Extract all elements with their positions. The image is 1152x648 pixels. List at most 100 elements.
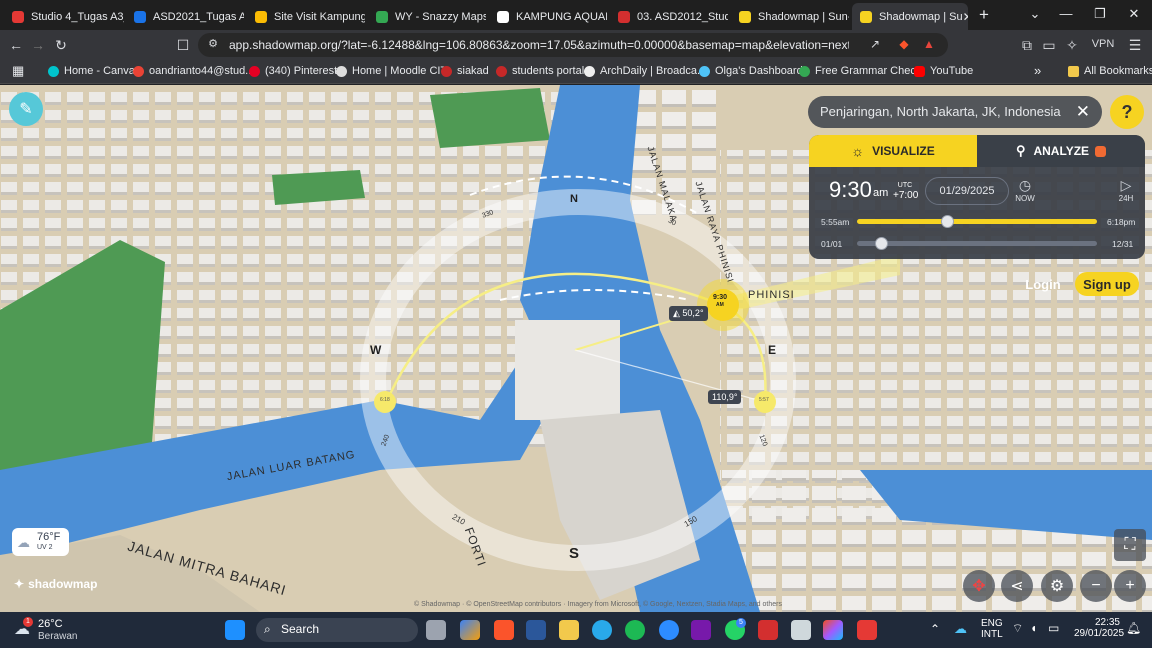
bookmark-moodle[interactable]: Home | Moodle CIT (336, 65, 447, 77)
login-button[interactable]: Login (1020, 272, 1066, 296)
bookmark-grammar[interactable]: Free Grammar Chec... (799, 65, 925, 77)
taskbar-search[interactable]: ⌕ Search (256, 618, 418, 642)
archdaily-icon (584, 65, 595, 77)
browser-tab-7[interactable]: Shadowmap | Sun-Po (731, 3, 849, 30)
word-icon[interactable] (526, 620, 546, 640)
vpn-button[interactable]: VPN (1086, 38, 1120, 50)
leo-ai-icon[interactable]: ✧ (1063, 37, 1081, 54)
browser-tab-6[interactable]: 03. ASD2012_Studio4 (610, 3, 728, 30)
new-tab-button[interactable]: + (974, 5, 994, 25)
extensions-icon[interactable]: ⧉ (1018, 37, 1036, 54)
brave-browser-icon[interactable] (494, 620, 514, 640)
bookmark-gmail[interactable]: oandrianto44@stud... (133, 65, 254, 77)
browser-tab-active[interactable]: Shadowmap | Su ✕ (852, 3, 968, 30)
signup-button[interactable]: Sign up (1075, 272, 1139, 296)
menu-icon[interactable]: ☰ (1126, 37, 1144, 54)
onenote-icon[interactable] (691, 620, 711, 640)
notification-bell-icon[interactable]: 🔔︎ (1126, 621, 1141, 635)
tab-search-chevron-icon[interactable]: ⌄ (1025, 6, 1045, 22)
bookmark-label: oandrianto44@stud... (149, 65, 255, 77)
date-picker[interactable]: 01/29/2025 (925, 177, 1009, 205)
bookmark-youtube[interactable]: YouTube (914, 65, 973, 77)
zoom-out-button[interactable]: − (1080, 570, 1112, 602)
browser-tab-3[interactable]: Site Visit Kampung A (247, 3, 365, 30)
tray-chevron-icon[interactable]: ⌃ (930, 622, 940, 636)
azimuth-angle-badge: 110,9° (708, 390, 742, 404)
date-slider-handle[interactable] (875, 237, 889, 250)
close-window-button[interactable]: ✕ (1124, 6, 1144, 22)
back-arrow-icon[interactable]: ← (7, 37, 25, 53)
forward-arrow-icon[interactable]: → (29, 37, 47, 53)
canva-icon (48, 65, 59, 77)
more-bookmarks-icon[interactable]: » (1034, 63, 1041, 78)
reload-icon[interactable]: ↻ (52, 37, 70, 54)
copilot-icon[interactable] (460, 620, 480, 640)
now-button[interactable]: ◷ NOW (1014, 177, 1036, 203)
figma-icon[interactable] (823, 620, 843, 640)
help-button[interactable]: ? (1110, 95, 1144, 129)
browser-tab-5[interactable]: KAMPUNG AQUARIU (489, 3, 607, 30)
settings-button[interactable]: ⚙ (1041, 570, 1073, 602)
maximize-button[interactable]: ❐ (1090, 6, 1110, 22)
language-indicator[interactable]: ENG INTL (981, 618, 1003, 640)
brave-rewards-icon[interactable]: ▲ (920, 37, 938, 51)
acrobat-icon[interactable] (758, 620, 778, 640)
map-weather-card: ☁ 76°F UV 2 (12, 528, 69, 556)
telegram-icon[interactable] (592, 620, 612, 640)
mcafee-icon[interactable] (857, 620, 877, 640)
bookmark-label: Home - Canva (64, 65, 135, 77)
tab-title: Shadowmap | Su (879, 10, 963, 23)
tab-favicon-icon (497, 10, 509, 23)
bookmark-icon[interactable]: ☐ (174, 37, 192, 54)
task-view-icon[interactable] (426, 620, 446, 640)
location-search-field[interactable]: Penjaringan, North Jakarta, JK, Indonesi… (808, 96, 1102, 128)
minimize-button[interactable]: — (1056, 6, 1076, 21)
year-start-label: 01/01 (821, 239, 843, 249)
taskbar-weather-desc: Berawan (38, 631, 78, 642)
share-icon[interactable]: ↗ (866, 37, 884, 51)
time-of-day-slider[interactable] (857, 215, 1097, 228)
current-ampm: am (873, 187, 889, 199)
zoom-in-button[interactable]: + (1114, 570, 1146, 602)
day-of-year-slider[interactable] (857, 237, 1097, 250)
bookmark-pinterest[interactable]: (340) Pinterest (249, 65, 337, 77)
bookmark-canva[interactable]: Home - Canva (48, 65, 135, 77)
file-explorer-icon[interactable] (559, 620, 579, 640)
bookmark-siakad[interactable]: siakad (441, 65, 489, 77)
tab-analyze[interactable]: ⚲ ANALYZE (977, 135, 1145, 167)
tab-visualize[interactable]: ☼ VISUALIZE (809, 135, 977, 167)
sun-control-panel: ☼ VISUALIZE ⚲ ANALYZE 9:30 am UTC +7:00 … (809, 135, 1145, 259)
bookmark-archdaily[interactable]: ArchDaily | Broadca... (584, 65, 706, 77)
browser-tab-1[interactable]: Studio 4_Tugas A3_2 (4, 3, 124, 30)
wifi-icon[interactable]: ⌔ (1012, 621, 1023, 636)
fullscreen-button[interactable]: ⛶ (1114, 529, 1146, 561)
clock[interactable]: 22:35 29/01/2025 (1074, 617, 1124, 639)
compass-south-label: S (569, 545, 580, 562)
zoom-icon[interactable] (659, 620, 679, 640)
brave-shield-icon[interactable]: ◆ (895, 37, 913, 51)
volume-icon[interactable]: ◖ (1030, 621, 1037, 635)
address-bar[interactable]: ⚙ app.shadowmap.org/?lat=-6.12488&lng=10… (198, 33, 948, 57)
gear-icon: ⚙ (1049, 578, 1065, 595)
share-button[interactable]: ⋖ (1001, 570, 1033, 602)
dock-building (515, 320, 620, 420)
bookmark-olga[interactable]: Olga's Dashboard (699, 65, 803, 77)
edit-pencil-button[interactable]: ✎ (9, 92, 43, 126)
clear-search-icon[interactable]: ✕ (1076, 102, 1090, 122)
apps-grid-icon[interactable]: ▦ (12, 63, 24, 79)
wallet-icon[interactable]: ▭ (1040, 37, 1058, 54)
compass-reset-button[interactable]: ✥ (963, 570, 995, 602)
onedrive-icon[interactable]: ☁ (954, 621, 967, 637)
play-24h-button[interactable]: ▷ 24H (1115, 177, 1137, 203)
security-app-icon[interactable] (791, 620, 811, 640)
battery-icon[interactable]: ▭ (1048, 621, 1059, 635)
browser-tab-2[interactable]: ASD2021_Tugas A3_C (126, 3, 244, 30)
windows-start-icon[interactable] (225, 620, 245, 640)
spotify-icon[interactable] (625, 620, 645, 640)
site-info-icon[interactable]: ⚙ (204, 37, 222, 50)
all-bookmarks-folder[interactable]: All Bookmarks (1068, 65, 1152, 77)
bookmark-students-portal[interactable]: students portal (496, 65, 584, 77)
time-slider-handle[interactable] (940, 215, 954, 228)
browser-tab-4[interactable]: WY - Snazzy Maps - F (368, 3, 486, 30)
tab-close-icon[interactable]: ✕ (963, 10, 968, 24)
